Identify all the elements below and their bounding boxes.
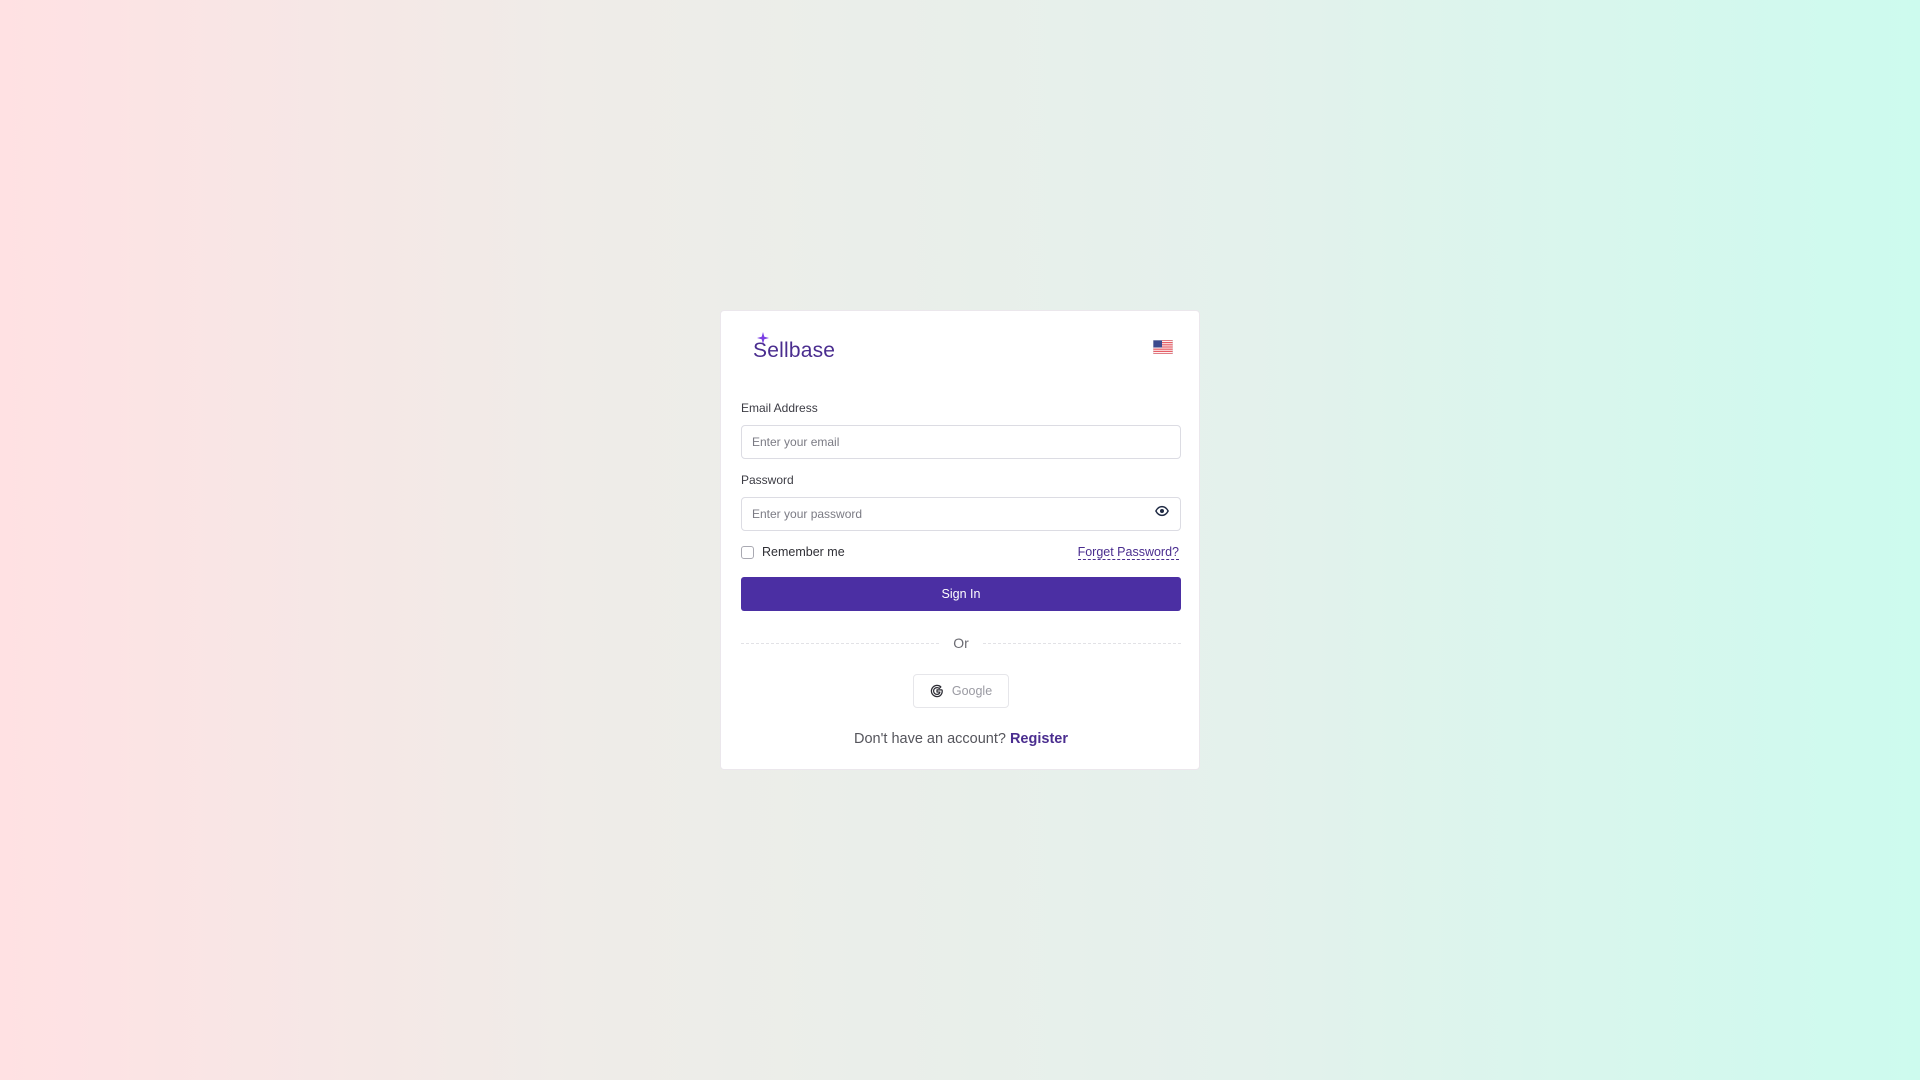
remember-checkbox[interactable] xyxy=(741,545,754,559)
google-g-icon xyxy=(930,684,943,698)
sign-in-button[interactable]: Sign In xyxy=(741,577,1181,611)
sparkle-icon xyxy=(757,332,769,344)
google-sign-in-button[interactable]: Google xyxy=(913,674,1009,708)
login-card: Sellbase Email Address Password Remember… xyxy=(720,310,1200,770)
remember-me[interactable]: Remember me xyxy=(741,545,845,559)
password-input[interactable] xyxy=(741,497,1181,531)
brand-logo[interactable]: Sellbase xyxy=(753,332,835,363)
or-divider: Or xyxy=(741,635,1181,651)
password-label: Password xyxy=(741,473,794,487)
register-prompt: Don't have an account? Register xyxy=(721,731,1201,747)
eye-icon[interactable] xyxy=(1155,504,1169,518)
remember-label: Remember me xyxy=(762,545,845,559)
register-prompt-text: Don't have an account? xyxy=(854,731,1006,747)
email-label: Email Address xyxy=(741,401,818,415)
forgot-password-link[interactable]: Forget Password? xyxy=(1077,545,1179,560)
us-flag-icon[interactable] xyxy=(1153,340,1173,354)
email-input[interactable] xyxy=(741,425,1181,459)
register-link[interactable]: Register xyxy=(1010,731,1068,747)
divider-line-right xyxy=(983,643,1181,644)
google-label: Google xyxy=(951,684,993,698)
